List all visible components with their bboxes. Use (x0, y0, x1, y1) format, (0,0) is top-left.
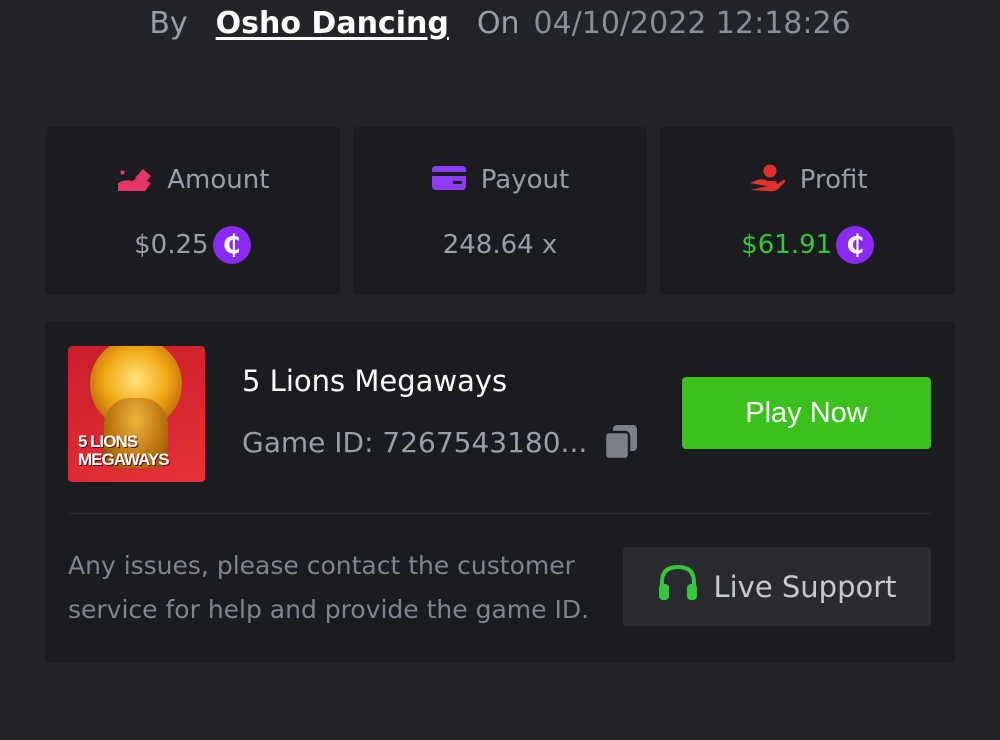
hand-icon (748, 163, 786, 197)
on-label: On (476, 5, 520, 41)
thumb-title-line2: MEGAWAYS (78, 450, 170, 469)
by-label: By (149, 5, 188, 41)
stat-label-amount: Amount (167, 165, 270, 195)
game-id-row: Game ID: 7267543180... (242, 424, 639, 461)
stat-value-payout: 248.64 x (442, 230, 558, 260)
coin-icon: ₵ (212, 226, 251, 264)
author-link[interactable]: Osho Dancing (216, 6, 449, 41)
game-card: 5 LIONS MEGAWAYS 5 Lions Megaways Game I… (45, 322, 955, 662)
bet-datetime: 04/10/2022 12:18:26 (533, 5, 851, 41)
divider (68, 513, 932, 514)
bet-stats: Amount $0.25 ₵ Payout 248.64 x Profit $6… (45, 127, 956, 295)
bet-byline: By Osho Dancing On 04/10/2022 12:18:26 (0, 0, 1000, 46)
game-id: Game ID: 7267543180... (242, 425, 588, 459)
live-support-button[interactable]: Live Support (623, 547, 931, 626)
game-thumbnail[interactable]: 5 LIONS MEGAWAYS (68, 346, 205, 482)
stat-value-profit: $61.91 (741, 230, 833, 260)
stat-payout: Payout 248.64 x (352, 127, 648, 295)
live-support-label: Live Support (713, 569, 897, 604)
play-now-button[interactable]: Play Now (682, 377, 931, 449)
stat-profit: Profit $61.91 ₵ (660, 127, 956, 295)
stat-value-amount: $0.25 (134, 230, 209, 260)
coin-icon: ₵ (836, 226, 875, 264)
support-notice: Any issues, please contact the customer … (68, 551, 590, 624)
game-title: 5 Lions Megaways (242, 364, 508, 398)
copy-icon[interactable] (603, 424, 639, 461)
amount-icon (115, 163, 153, 197)
card-icon (431, 164, 467, 196)
headset-icon (657, 563, 699, 610)
stat-amount: Amount $0.25 ₵ (45, 127, 340, 295)
thumb-title-line1: 5 LIONS (78, 432, 138, 451)
stat-label-payout: Payout (480, 165, 570, 195)
stat-label-profit: Profit (799, 165, 868, 195)
